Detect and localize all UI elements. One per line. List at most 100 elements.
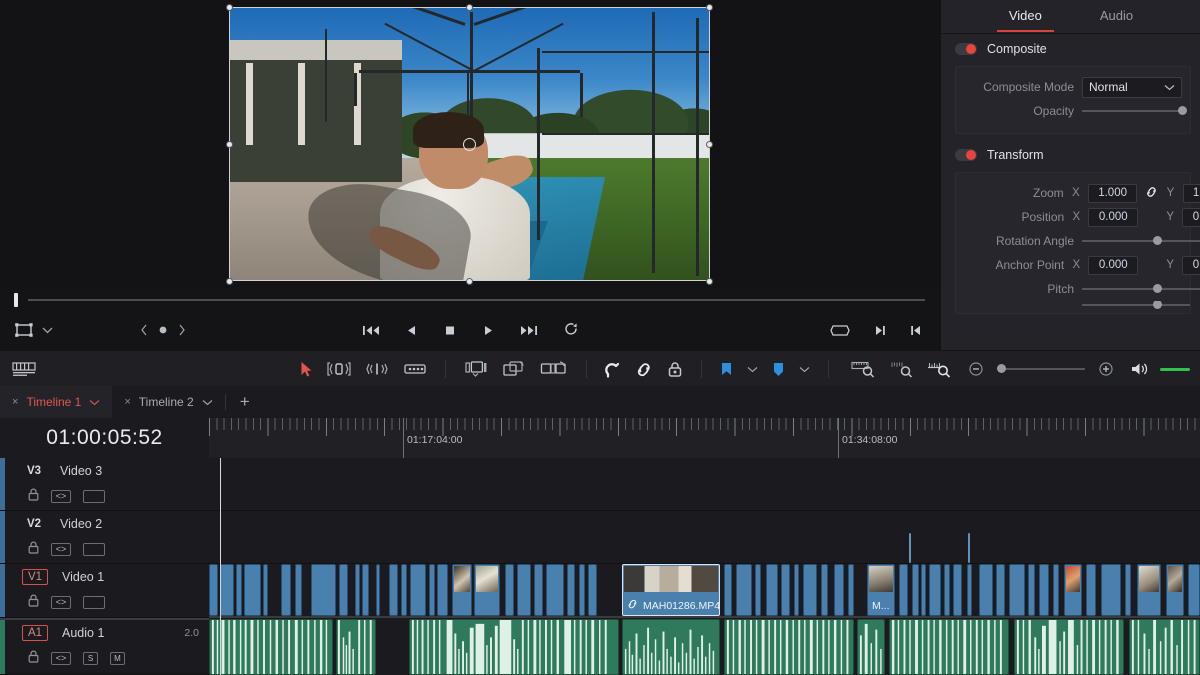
flag-icon[interactable] [720, 362, 733, 377]
timeline-tab-2[interactable]: × Timeline 2 [112, 386, 224, 418]
timeline-tracks-area[interactable]: MAH01286.MP4 M... [209, 458, 1200, 675]
dynamic-trim-tool-button[interactable] [365, 361, 389, 377]
auto-select-icon[interactable]: <> [51, 542, 71, 556]
jump-to-start-button[interactable] [362, 324, 380, 337]
clip-v1[interactable] [1188, 564, 1200, 616]
clip-v1[interactable] [1028, 564, 1035, 616]
jump-to-end-button[interactable] [520, 324, 538, 337]
clip-v1[interactable] [803, 564, 817, 616]
position-x-field[interactable]: 0.000 [1088, 207, 1139, 227]
play-reverse-button[interactable] [406, 324, 418, 337]
chevron-down-icon[interactable] [89, 395, 100, 409]
zoom-slider[interactable] [997, 363, 1085, 375]
transform-anchor-handle[interactable] [463, 138, 476, 151]
zoom-to-fit-icon[interactable] [851, 360, 875, 378]
clip-v1[interactable] [339, 564, 348, 616]
zoom-x-field[interactable]: 1.000 [1087, 183, 1138, 203]
razor-edit-tool-button[interactable] [403, 361, 427, 377]
timeline-tab-1[interactable]: × Timeline 1 [0, 386, 113, 418]
close-icon[interactable]: × [12, 396, 18, 408]
overwrite-clip-icon[interactable] [502, 360, 526, 378]
clip-v1[interactable] [244, 564, 261, 616]
clip-v1[interactable] [567, 564, 575, 616]
zoom-y-field[interactable]: 1.000 [1182, 183, 1200, 203]
clip-v1[interactable] [362, 564, 369, 616]
auto-select-icon[interactable]: <> [51, 651, 71, 665]
anchor-point-y-field[interactable]: 0.000 [1182, 255, 1200, 275]
transform-handle-tc[interactable] [466, 4, 473, 11]
lock-icon[interactable] [28, 488, 39, 504]
timeline-ruler[interactable]: 01:17:04:00 01:34:08:00 [209, 418, 1200, 459]
clip-v1[interactable] [848, 564, 854, 616]
track-lane-v1[interactable]: MAH01286.MP4 M... [209, 564, 1200, 616]
position-lock-icon[interactable] [667, 361, 683, 378]
composite-enable-toggle[interactable] [955, 43, 977, 55]
track-id-a1[interactable]: A1 [22, 625, 48, 641]
clip-v2-1[interactable] [909, 533, 911, 563]
rotation-angle-slider[interactable] [1082, 234, 1200, 248]
clip-v1[interactable] [376, 564, 380, 616]
clip-v1[interactable] [517, 564, 531, 616]
clip-v1[interactable] [1166, 564, 1184, 616]
clip-a1[interactable] [889, 619, 1009, 675]
timeline-view-options-icon[interactable] [12, 361, 36, 377]
add-timeline-tab-button[interactable]: + [226, 392, 264, 412]
scrubber-playhead[interactable] [14, 293, 18, 307]
clip-v1[interactable] [944, 564, 950, 616]
clip-v1[interactable] [236, 564, 242, 616]
video-enable-icon[interactable] [83, 542, 105, 556]
clip-v2-2[interactable] [968, 533, 970, 563]
zoom-in-button[interactable] [1099, 362, 1113, 376]
video-enable-icon[interactable] [83, 595, 105, 609]
clip-v1[interactable] [263, 564, 268, 616]
timeline-playhead[interactable] [220, 458, 221, 675]
mute-button[interactable]: M [110, 651, 125, 665]
transform-handle-tl[interactable] [226, 4, 233, 11]
track-lane-v3[interactable] [209, 458, 1200, 510]
clip-v1[interactable] [967, 564, 972, 616]
clip-v1[interactable] [953, 564, 962, 616]
clip-v1[interactable] [437, 564, 448, 616]
transform-handle-mr[interactable] [706, 141, 713, 148]
clip-a1[interactable] [857, 619, 885, 675]
track-lane-a1[interactable] [209, 619, 1200, 675]
clip-v1[interactable] [389, 564, 398, 616]
clip-v1[interactable] [429, 564, 435, 616]
track-id-v1[interactable]: V1 [22, 569, 48, 585]
marker-icon[interactable] [772, 362, 785, 377]
clip-v1[interactable] [1137, 564, 1161, 616]
detail-zoom-icon[interactable] [889, 360, 913, 378]
clip-v1[interactable] [921, 564, 926, 616]
clip-a1[interactable] [336, 619, 376, 675]
clip-v1[interactable] [1053, 564, 1059, 616]
clip-v1[interactable] [766, 564, 778, 616]
clip-v1[interactable] [281, 564, 291, 616]
solo-button[interactable]: S [83, 651, 98, 665]
composite-mode-select[interactable]: Normal [1082, 76, 1182, 98]
clip-v1[interactable] [474, 564, 500, 616]
clip-v1[interactable] [452, 564, 472, 616]
clip-v1-secondary[interactable]: M... [867, 564, 895, 616]
clip-v1[interactable] [724, 564, 732, 616]
custom-zoom-icon[interactable] [927, 360, 951, 378]
tab-video[interactable]: Video [996, 2, 1054, 32]
transform-handle-br[interactable] [706, 278, 713, 285]
fit-screen-icon[interactable] [830, 324, 850, 337]
track-header-v3[interactable]: V3 Video 3 <> [0, 458, 209, 511]
link-icon[interactable] [1145, 186, 1158, 201]
clip-v1[interactable] [899, 564, 908, 616]
clip-v1[interactable] [781, 564, 790, 616]
anchor-point-x-field[interactable]: 0.000 [1088, 255, 1139, 275]
clip-v1[interactable] [311, 564, 336, 616]
clip-v1[interactable] [1009, 564, 1025, 616]
track-header-v1[interactable]: V1 Video 1 <> [0, 564, 209, 618]
clip-a1[interactable] [1014, 619, 1124, 675]
position-y-field[interactable]: 0.000 [1182, 207, 1200, 227]
clip-v1[interactable] [1101, 564, 1121, 616]
clip-v1[interactable] [1064, 564, 1082, 616]
track-lane-v2[interactable] [209, 511, 1200, 563]
loop-button[interactable] [564, 323, 579, 337]
clip-v1[interactable] [534, 564, 543, 616]
clip-v1[interactable] [1039, 564, 1049, 616]
transform-handle-bl[interactable] [226, 278, 233, 285]
